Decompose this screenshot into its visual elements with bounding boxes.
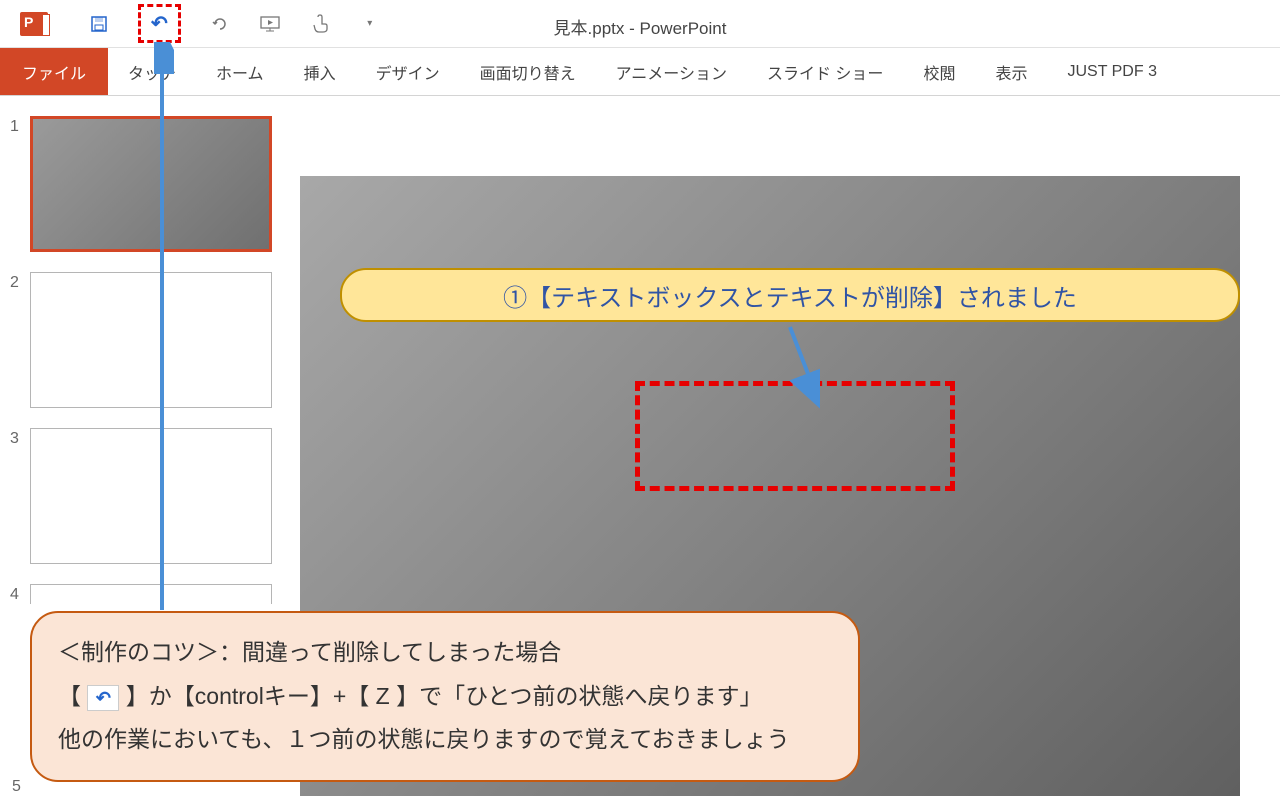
annotation-callout-deleted: ①【テキストボックスとテキストが削除】されました xyxy=(340,268,1240,322)
thumbnail-number: 5 xyxy=(12,778,21,796)
quick-access-toolbar: ↶ ▾ xyxy=(88,4,381,43)
tab-transitions[interactable]: 画面切り替え xyxy=(460,48,596,95)
tab-view[interactable]: 表示 xyxy=(975,48,1047,95)
title-bar: ↶ ▾ 見本.pptx - PowerPoint xyxy=(0,0,1280,48)
tip-line-3: 他の作業においても、１つ前の状態に戻りますので覚えておきましょう xyxy=(58,718,832,762)
undo-button-highlighted[interactable]: ↶ xyxy=(138,4,181,43)
ribbon-tabs: ファイル タッチ ホーム 挿入 デザイン 画面切り替え アニメーション スライド… xyxy=(0,48,1280,96)
slide-thumbnail-2[interactable] xyxy=(30,272,272,408)
thumbnail-row: 2 xyxy=(10,272,290,408)
tip-line-1: ＜制作のコツ＞：間違って削除してしまった場合 xyxy=(58,631,832,675)
tab-design[interactable]: デザイン xyxy=(356,48,460,95)
thumbnail-row: 1 xyxy=(10,116,290,252)
thumbnail-number: 4 xyxy=(10,584,30,604)
undo-icon: ↶ xyxy=(151,11,168,36)
annotation-tip-box: ＜制作のコツ＞：間違って削除してしまった場合 【 ↶ 】か【controlキー】… xyxy=(30,611,860,782)
thumbnail-number: 3 xyxy=(10,428,30,448)
save-button[interactable] xyxy=(88,13,110,35)
undo-mini-icon: ↶ xyxy=(87,685,119,711)
customize-qat-button[interactable]: ▾ xyxy=(359,13,381,35)
tab-justpdf[interactable]: JUST PDF 3 xyxy=(1047,48,1177,95)
tab-review[interactable]: 校閲 xyxy=(903,48,975,95)
touch-mode-button[interactable] xyxy=(309,13,331,35)
redo-button[interactable] xyxy=(209,13,231,35)
thumbnail-number: 1 xyxy=(10,116,30,136)
tab-touch[interactable]: タッチ xyxy=(108,48,196,95)
slide-thumbnail-1[interactable] xyxy=(30,116,272,252)
tab-animations[interactable]: アニメーション xyxy=(596,48,747,95)
slide-thumbnail-4[interactable] xyxy=(30,584,272,604)
arrow-callout-to-box-icon xyxy=(760,322,820,412)
tab-file[interactable]: ファイル xyxy=(0,48,108,95)
thumbnail-number: 2 xyxy=(10,272,30,292)
present-from-start-button[interactable] xyxy=(259,13,281,35)
powerpoint-logo-icon xyxy=(20,12,48,36)
tab-home[interactable]: ホーム xyxy=(196,48,284,95)
callout-text: ①【テキストボックスとテキストが削除】されました xyxy=(503,278,1077,313)
tip-line-2: 【 ↶ 】か【controlキー】+【 Z 】で「ひとつ前の状態へ戻ります」 xyxy=(58,675,832,719)
window-title: 見本.pptx - PowerPoint xyxy=(554,14,727,39)
thumbnail-row: 3 xyxy=(10,428,290,564)
thumbnail-row: 4 xyxy=(10,584,290,604)
tab-insert[interactable]: 挿入 xyxy=(284,48,356,95)
arrow-undo-to-tip-icon xyxy=(154,42,174,617)
tab-slideshow[interactable]: スライド ショー xyxy=(747,48,903,95)
slide-thumbnail-3[interactable] xyxy=(30,428,272,564)
